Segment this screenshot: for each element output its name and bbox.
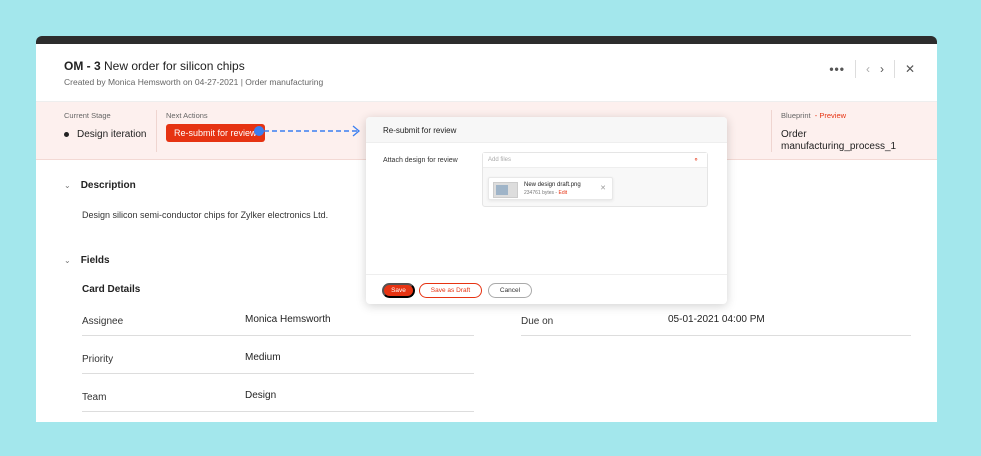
add-files-placeholder: Add files	[488, 157, 512, 163]
current-stage-label: Current Stage	[64, 111, 111, 120]
attach-label: Attach design for review	[383, 157, 458, 164]
card-details-title: Card Details	[82, 284, 141, 295]
fields-heading: Fields	[80, 255, 110, 266]
field-value[interactable]: 05-01-2021 04:00 PM	[668, 314, 765, 325]
blueprint-preview-link[interactable]: - Preview	[815, 111, 846, 120]
field-row-priority[interactable]: Priority Medium	[82, 346, 474, 374]
field-row-team[interactable]: Team Design	[82, 384, 474, 412]
file-edit-link[interactable]: Edit	[558, 190, 567, 196]
field-label: Priority	[82, 354, 114, 365]
file-size: 234761 bytes	[524, 190, 555, 196]
connector-arrow-icon	[254, 125, 361, 137]
save-draft-button[interactable]: Save as Draft	[419, 283, 482, 298]
card-subtitle: Created by Monica Hemsworth on 04-27-202…	[64, 77, 324, 87]
next-actions-label: Next Actions	[166, 111, 208, 120]
chevron-right-icon[interactable]: ›	[880, 62, 884, 76]
chevron-down-icon[interactable]: ⌄	[64, 256, 71, 265]
file-name: New design draft.png	[524, 182, 581, 188]
field-value[interactable]: Design	[245, 390, 276, 401]
close-icon[interactable]: ✕	[905, 62, 915, 76]
blueprint-label-text: Blueprint	[781, 111, 811, 120]
card-header: OM - 3 New order for silicon chips Creat…	[36, 44, 937, 102]
divider	[893, 60, 895, 78]
file-meta: 234761 bytes - Edit	[524, 190, 568, 196]
attached-file[interactable]: New design draft.png 234761 bytes - Edit…	[488, 177, 613, 200]
current-stage-value: Design iteration	[77, 129, 147, 140]
fields-section-header[interactable]: ⌄ Fields	[64, 255, 110, 266]
current-stage: Design iteration	[64, 129, 146, 140]
description-section-header[interactable]: ⌄ Description	[64, 180, 136, 191]
more-icon[interactable]: •••	[829, 62, 845, 76]
modal-title: Re-submit for review	[366, 117, 727, 143]
save-button[interactable]: Save	[382, 283, 415, 298]
card-id: OM - 3	[64, 59, 101, 73]
card-title: New order for silicon chips	[104, 59, 245, 73]
modal-footer: Save Save as Draft Cancel	[366, 274, 727, 304]
divider	[771, 110, 772, 152]
description-text: Design silicon semi-conductor chips for …	[82, 210, 329, 220]
cancel-button[interactable]: Cancel	[488, 283, 532, 298]
field-row-due-on[interactable]: Due on 05-01-2021 04:00 PM	[521, 308, 911, 336]
blueprint-name: Order manufacturing_process_1	[781, 129, 897, 152]
attach-field[interactable]: Add files ⚬ New design draft.png 234761 …	[482, 152, 708, 207]
chevron-left-icon[interactable]: ‹	[866, 62, 870, 76]
field-value[interactable]: Monica Hemsworth	[245, 314, 331, 325]
field-row-assignee[interactable]: Assignee Monica Hemsworth	[82, 308, 474, 336]
blueprint-label: Blueprint - Preview	[781, 111, 846, 120]
field-value[interactable]: Medium	[245, 352, 281, 363]
description-heading: Description	[80, 180, 136, 191]
chevron-down-icon[interactable]: ⌄	[64, 181, 71, 190]
field-label: Due on	[521, 316, 554, 327]
file-thumbnail	[493, 182, 518, 198]
attach-icon[interactable]: ⚬	[693, 156, 699, 164]
field-label: Assignee	[82, 316, 124, 327]
stage-dot-icon	[64, 132, 69, 137]
blueprint-value: Order manufacturing_process_1	[781, 129, 911, 153]
resubmit-button[interactable]: Re-submit for review	[166, 124, 265, 142]
page-title: OM - 3 New order for silicon chips	[64, 59, 245, 73]
divider	[156, 110, 157, 152]
divider	[854, 60, 856, 78]
remove-file-icon[interactable]: ✕	[600, 184, 606, 192]
header-actions: ••• ‹ › ✕	[829, 60, 915, 78]
field-label: Team	[82, 392, 107, 403]
resubmit-modal: Re-submit for review Attach design for r…	[366, 117, 727, 304]
add-files-input[interactable]: Add files ⚬	[483, 153, 707, 168]
